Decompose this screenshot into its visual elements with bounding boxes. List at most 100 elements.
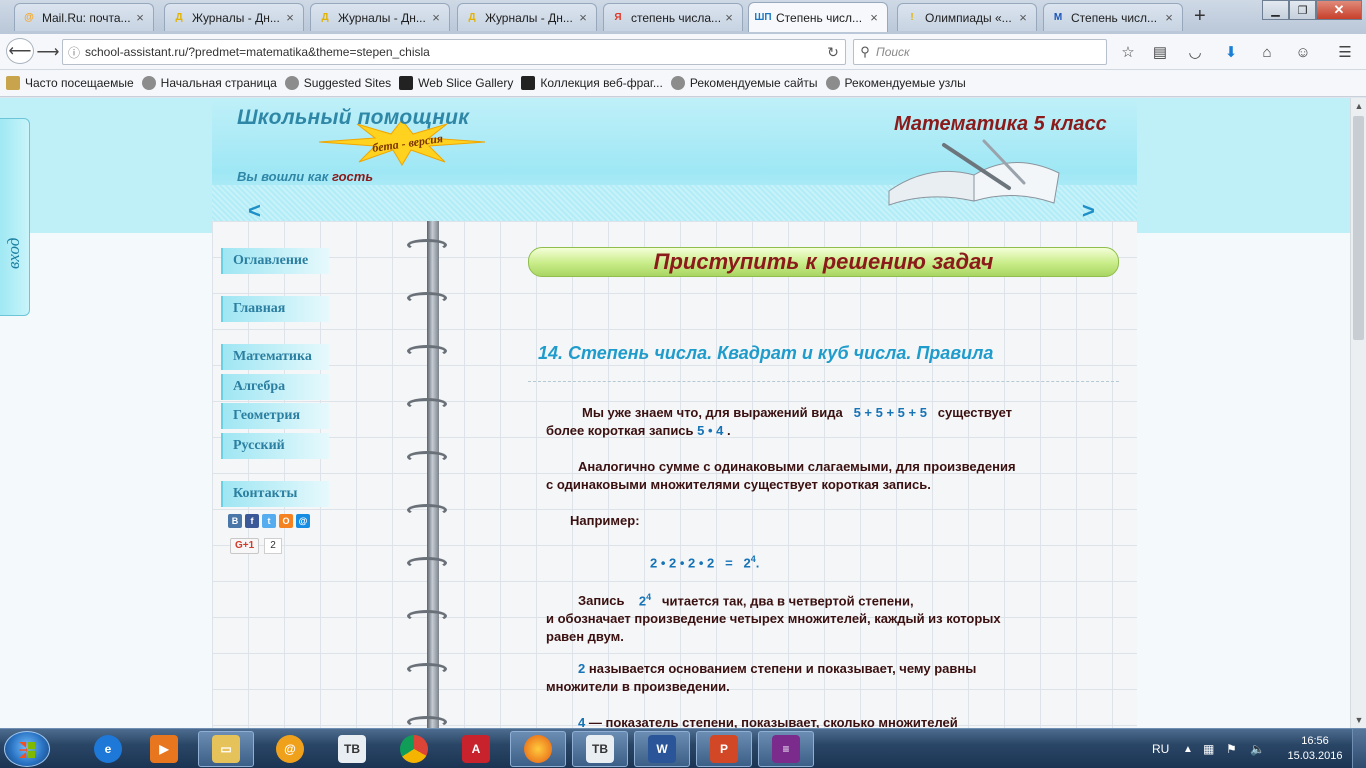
taskbar-chrome[interactable] [386,731,442,767]
scroll-up-arrow-icon[interactable]: ▲ [1351,98,1366,114]
close-tab-icon[interactable]: × [1016,10,1030,25]
browser-tab[interactable]: Ястепень числа... × [603,3,743,31]
scroll-down-arrow-icon[interactable]: ▼ [1351,712,1366,728]
olympiad-icon: ! [910,12,914,23]
browser-tab[interactable]: M Степень числ... × [1043,3,1183,31]
back-button[interactable]: ⟵ [6,38,34,64]
facebook-icon[interactable]: f [245,514,259,528]
address-bar[interactable]: ⓘ school-assistant.ru/?predmet=matematik… [62,39,846,65]
site-logo[interactable]: Школьный помощник [237,106,469,130]
browser-tab[interactable]: Д Журналы - Дн... × [457,3,597,31]
page-background-right [1137,98,1350,728]
bookmark-item[interactable]: Коллекция веб-фраг... [521,76,663,90]
spiral-ring [407,610,447,622]
browser-tab[interactable]: Д Журналы - Дн... × [164,3,304,31]
start-solving-button[interactable]: Приступить к решению задач [528,247,1119,277]
sidebar-item-home[interactable]: Главная [221,296,329,322]
paragraph-5: 2 называется основанием степени и показы… [546,661,977,694]
taskbar-tv-app-2[interactable]: TB [572,731,628,767]
odnoklassniki-icon[interactable]: О [279,514,293,528]
taskbar-tv-app[interactable]: TB [324,731,380,767]
bookmark-item[interactable]: Начальная страница [141,76,277,90]
login-tab[interactable]: вход [0,118,30,316]
bookmark-item[interactable]: Suggested Sites [284,76,391,90]
sidebar-item-russian[interactable]: Русский [221,433,329,459]
close-tab-icon[interactable]: × [1162,10,1176,25]
pocket-icon[interactable]: ◡ [1184,42,1206,62]
taskbar-mail-agent[interactable]: @ [262,731,318,767]
topic-title: 14. Степень числа. Квадрат и куб числа. … [538,343,994,363]
menu-icon[interactable]: ☰ [1334,42,1356,62]
google-plus-button[interactable]: G+1 [230,538,260,554]
maximize-button[interactable]: ❐ [1289,0,1316,20]
search-placeholder[interactable]: Поиск [876,45,910,59]
taskbar-media-player[interactable]: ▶ [136,731,192,767]
back-arrow-icon: ⟵ [8,43,32,60]
browser-tab[interactable]: @ Mail.Ru: почта... × [14,3,154,31]
sidebar-item-contacts[interactable]: Контакты [221,481,329,507]
taskbar-winrar[interactable]: ≡ [758,731,814,767]
bookmark-item[interactable]: Рекомендуемые сайты [670,76,818,90]
address-text[interactable]: school-assistant.ru/?predmet=matematika&… [85,45,821,59]
browser-tab[interactable]: ! Олимпиады «... × [897,3,1037,31]
vk-icon[interactable]: В [228,514,242,528]
tab-title: Степень числ... [1071,10,1158,25]
page-scrollbar[interactable]: ▲ ▼ [1350,98,1366,728]
close-tab-icon[interactable]: × [283,10,297,25]
scroll-thumb[interactable] [1353,116,1364,340]
close-tab-icon[interactable]: × [429,10,443,25]
taskbar-explorer[interactable]: ▭ [198,731,254,767]
close-tab-icon[interactable]: × [133,10,147,25]
sidebar-item-contents[interactable]: Оглавление [221,248,329,274]
sidebar-item-geometry[interactable]: Геометрия [221,403,329,429]
new-tab-button[interactable]: + [1194,6,1206,26]
taskbar-acrobat[interactable]: A [448,731,504,767]
google-plus-widget: G+1 2 [230,538,282,554]
home-icon[interactable]: ⌂ [1256,42,1278,62]
site-header: Школьный помощник бета - версия Вы вошли… [212,98,1137,223]
reload-icon[interactable]: ↻ [821,44,845,61]
bookmark-star-icon[interactable]: ☆ [1117,42,1139,62]
sidebar-item-algebra[interactable]: Алгебра [221,374,329,400]
taskbar-powerpoint[interactable]: P [696,731,752,767]
spiral-ring [407,239,447,251]
twitter-icon[interactable]: t [262,514,276,528]
hello-chat-icon[interactable]: ☺ [1292,42,1314,62]
reading-list-icon[interactable]: ▤ [1149,42,1171,62]
sidebar-item-math[interactable]: Математика [221,344,329,370]
close-tab-icon[interactable]: × [722,10,736,25]
close-tab-icon[interactable]: × [576,10,590,25]
globe-icon [670,76,685,90]
internet-explorer-icon: e [94,735,122,763]
forward-button[interactable]: ⟶ [36,41,60,63]
search-bar[interactable]: ⚲ Поиск [853,39,1107,65]
system-clock[interactable]: 16:56 15.03.2016 [1282,734,1348,764]
show-desktop-button[interactable] [1352,729,1366,768]
bookmark-item[interactable]: Рекомендуемые узлы [825,76,966,90]
close-tab-icon[interactable]: × [867,10,881,25]
browser-tab[interactable]: Д Журналы - Дн... × [310,3,450,31]
taskbar-firefox[interactable] [510,731,566,767]
browser-tab[interactable]: ШП Степень числ... × [748,2,888,32]
action-center-icon[interactable]: ⚑ [1226,729,1237,768]
start-button[interactable] [4,731,50,767]
downloads-icon[interactable]: ⬇ [1220,42,1242,62]
expression-short: 5 • 4 [697,423,724,438]
tray-expand-icon[interactable]: ▲ [1183,729,1193,768]
open-book-icon [888,139,1060,206]
page-info-icon[interactable]: ⓘ [63,44,85,61]
volume-icon[interactable]: 🔈 [1250,729,1265,768]
taskbar-ie[interactable]: e [80,731,136,767]
spiral-ring [407,504,447,516]
bookmark-item[interactable]: Web Slice Gallery [399,76,513,90]
mailru-share-icon[interactable]: @ [296,514,310,528]
network-icon[interactable]: ▦ [1203,729,1214,768]
taskbar-word[interactable]: W [634,731,690,767]
bookmark-item[interactable]: Часто посещаемые [6,76,134,90]
close-window-button[interactable]: ✕ [1316,0,1362,20]
language-indicator[interactable]: RU [1152,729,1169,768]
web-slice-icon [399,76,414,90]
minimize-button[interactable]: ▁ [1262,0,1289,20]
dnevnik-icon: Д [468,12,476,23]
spiral-ring [407,716,447,728]
